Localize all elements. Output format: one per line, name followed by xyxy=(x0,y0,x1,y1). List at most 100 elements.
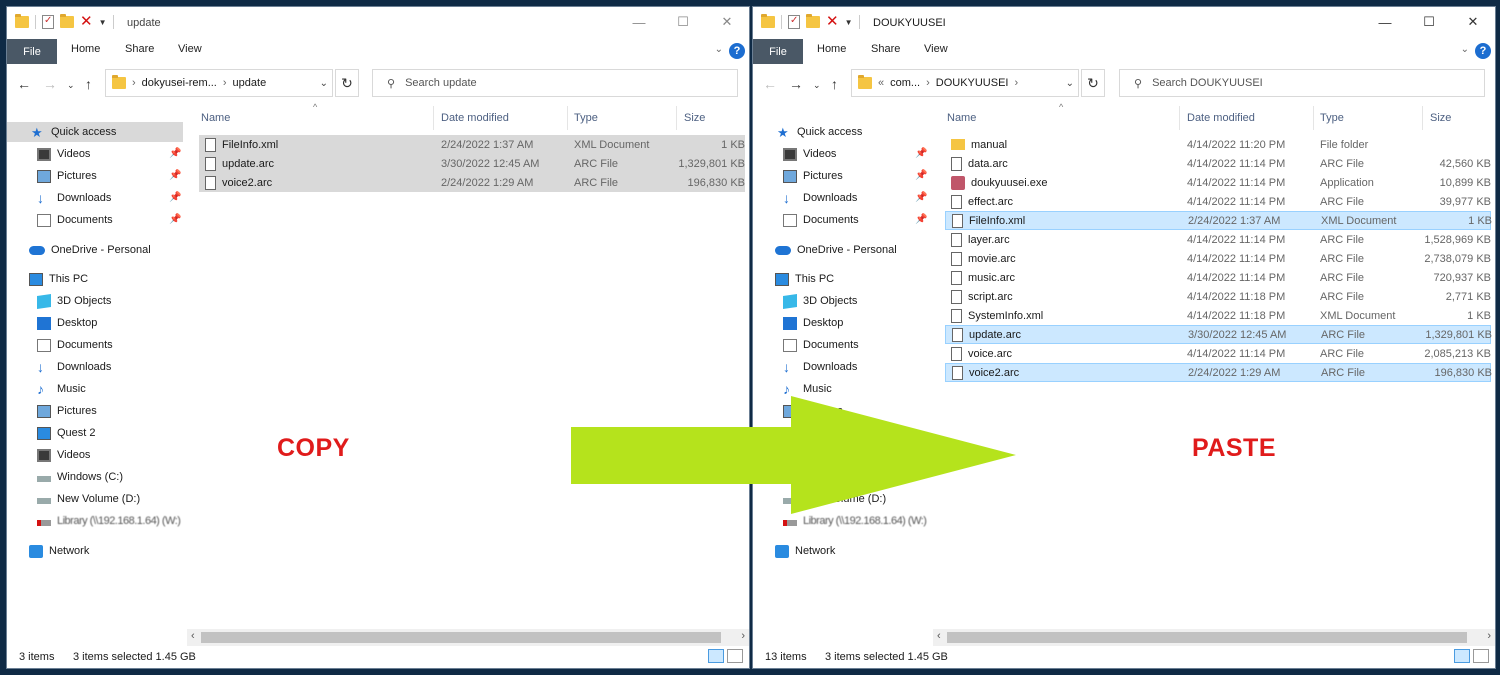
column-divider[interactable] xyxy=(676,106,677,130)
scroll-left-icon[interactable]: ‹ xyxy=(937,630,941,642)
search-box[interactable]: ⚲ Search DOUKYUUSEI xyxy=(1119,69,1485,97)
nav-videos[interactable]: Videos xyxy=(37,144,90,164)
recent-locations-icon[interactable]: ⌄ xyxy=(813,80,821,91)
large-icons-view-icon[interactable] xyxy=(1473,649,1489,663)
tab-home[interactable]: Home xyxy=(71,43,100,55)
nav-pictures-pc[interactable]: Pictures xyxy=(37,401,97,421)
nav-this-pc[interactable]: This PC xyxy=(775,269,834,289)
nav-documents-pc[interactable]: Documents xyxy=(783,335,859,355)
scrollbar-thumb[interactable] xyxy=(201,632,721,643)
customize-toolbar-icon[interactable]: ▼ xyxy=(99,18,107,27)
nav-downloads-pc[interactable]: ↓ Downloads xyxy=(783,357,857,377)
nav-quest-2[interactable]: Quest 2 xyxy=(37,423,96,443)
minimize-button[interactable]: — xyxy=(1363,7,1407,37)
overflow-icon[interactable]: « xyxy=(878,77,884,89)
back-icon[interactable]: ← xyxy=(763,76,777,92)
file-row[interactable]: movie.arc 4/14/2022 11:14 PM ARC File 2,… xyxy=(945,249,1491,268)
address-bar[interactable]: « com... › DOUKYUUSEI › ⌄ xyxy=(851,69,1079,97)
nav-onedrive[interactable]: OneDrive - Personal xyxy=(29,240,151,260)
properties-icon[interactable] xyxy=(788,15,800,29)
expand-ribbon-icon[interactable]: ⌄ xyxy=(715,44,723,55)
column-type[interactable]: Type xyxy=(1320,112,1344,124)
close-button[interactable]: ✕ xyxy=(705,7,749,37)
nav-desktop[interactable]: Desktop xyxy=(37,313,97,333)
help-icon[interactable]: ? xyxy=(1475,43,1491,59)
horizontal-scrollbar[interactable]: ‹ › xyxy=(187,629,749,646)
column-divider[interactable] xyxy=(567,106,568,130)
forward-icon[interactable]: → xyxy=(43,76,57,92)
file-row[interactable]: update.arc 3/30/2022 12:45 AM ARC File 1… xyxy=(199,154,745,173)
breadcrumb-item[interactable]: update xyxy=(233,77,267,89)
maximize-button[interactable]: ☐ xyxy=(661,7,705,37)
file-row[interactable]: manual 4/14/2022 11:20 PM File folder xyxy=(945,135,1491,154)
nav-documents[interactable]: Documents xyxy=(783,210,859,230)
file-row[interactable]: layer.arc 4/14/2022 11:14 PM ARC File 1,… xyxy=(945,230,1491,249)
column-size[interactable]: Size xyxy=(1430,112,1451,124)
nav-downloads-pc[interactable]: ↓ Downloads xyxy=(37,357,111,377)
customize-toolbar-icon[interactable]: ▼ xyxy=(845,18,853,27)
nav-videos-pc[interactable]: Videos xyxy=(37,445,90,465)
details-view-icon[interactable] xyxy=(1454,649,1470,663)
breadcrumb-item[interactable]: com... xyxy=(890,77,920,89)
nav-new-volume-d[interactable]: New Volume (D:) xyxy=(37,489,140,509)
delete-icon[interactable]: ✕ xyxy=(80,14,93,29)
large-icons-view-icon[interactable] xyxy=(727,649,743,663)
nav-pictures[interactable]: Pictures xyxy=(783,166,843,186)
nav-downloads[interactable]: ↓ Downloads xyxy=(783,188,857,208)
file-row[interactable]: data.arc 4/14/2022 11:14 PM ARC File 42,… xyxy=(945,154,1491,173)
column-date-modified[interactable]: Date modified xyxy=(441,112,509,124)
nav-this-pc[interactable]: This PC xyxy=(29,269,88,289)
search-box[interactable]: ⚲ Search update xyxy=(372,69,738,97)
nav-music[interactable]: ♪ Music xyxy=(37,379,86,399)
scrollbar-thumb[interactable] xyxy=(947,632,1467,643)
close-button[interactable]: ✕ xyxy=(1451,7,1495,37)
expand-ribbon-icon[interactable]: ⌄ xyxy=(1461,44,1469,55)
nav-network[interactable]: Network xyxy=(775,541,835,561)
maximize-button[interactable]: ☐ xyxy=(1407,7,1451,37)
minimize-button[interactable]: — xyxy=(617,7,661,37)
file-row[interactable]: script.arc 4/14/2022 11:18 PM ARC File 2… xyxy=(945,287,1491,306)
tab-home[interactable]: Home xyxy=(817,43,846,55)
delete-icon[interactable]: ✕ xyxy=(826,14,839,29)
file-row[interactable]: FileInfo.xml 2/24/2022 1:37 AM XML Docum… xyxy=(199,135,745,154)
tab-file[interactable]: File xyxy=(7,39,57,64)
new-folder-icon[interactable] xyxy=(60,14,74,28)
column-divider[interactable] xyxy=(1179,106,1180,130)
nav-pictures[interactable]: Pictures xyxy=(37,166,97,186)
nav-3d-objects[interactable]: 3D Objects xyxy=(783,291,857,311)
column-date-modified[interactable]: Date modified xyxy=(1187,112,1255,124)
details-view-icon[interactable] xyxy=(708,649,724,663)
file-row[interactable]: SystemInfo.xml 4/14/2022 11:18 PM XML Do… xyxy=(945,306,1491,325)
scroll-right-icon[interactable]: › xyxy=(1487,630,1491,642)
nav-videos[interactable]: Videos xyxy=(783,144,836,164)
recent-locations-icon[interactable]: ⌄ xyxy=(67,80,75,91)
breadcrumb-item[interactable]: DOUKYUUSEI xyxy=(936,77,1009,89)
up-icon[interactable]: ↑ xyxy=(831,76,838,92)
column-divider[interactable] xyxy=(433,106,434,130)
column-name[interactable]: Name xyxy=(201,112,230,124)
column-divider[interactable] xyxy=(1422,106,1423,130)
nav-documents-pc[interactable]: Documents xyxy=(37,335,113,355)
file-row[interactable]: FileInfo.xml 2/24/2022 1:37 AM XML Docum… xyxy=(945,211,1492,230)
forward-icon[interactable]: → xyxy=(789,76,803,92)
nav-quick-access[interactable]: ★ Quick access xyxy=(777,122,862,142)
nav-downloads[interactable]: ↓ Downloads xyxy=(37,188,111,208)
tab-share[interactable]: Share xyxy=(125,43,154,55)
horizontal-scrollbar[interactable]: ‹ › xyxy=(933,629,1495,646)
new-folder-icon[interactable] xyxy=(806,14,820,28)
file-row[interactable]: music.arc 4/14/2022 11:14 PM ARC File 72… xyxy=(945,268,1491,287)
properties-icon[interactable] xyxy=(42,15,54,29)
nav-desktop[interactable]: Desktop xyxy=(783,313,843,333)
scroll-left-icon[interactable]: ‹ xyxy=(191,630,195,642)
nav-windows-c[interactable]: Windows (C:) xyxy=(37,467,123,487)
column-size[interactable]: Size xyxy=(684,112,705,124)
address-bar[interactable]: › dokyusei-rem... › update ⌄ xyxy=(105,69,333,97)
tab-view[interactable]: View xyxy=(924,43,948,55)
refresh-button[interactable]: ↻ xyxy=(335,69,359,97)
file-row[interactable]: voice2.arc 2/24/2022 1:29 AM ARC File 19… xyxy=(199,173,745,192)
breadcrumb-item[interactable]: dokyusei-rem... xyxy=(142,77,217,89)
tab-share[interactable]: Share xyxy=(871,43,900,55)
nav-library-w[interactable]: Library (\\192.168.1.64) (W:) xyxy=(37,511,181,531)
address-dropdown-icon[interactable]: ⌄ xyxy=(320,78,328,89)
column-divider[interactable] xyxy=(1313,106,1314,130)
